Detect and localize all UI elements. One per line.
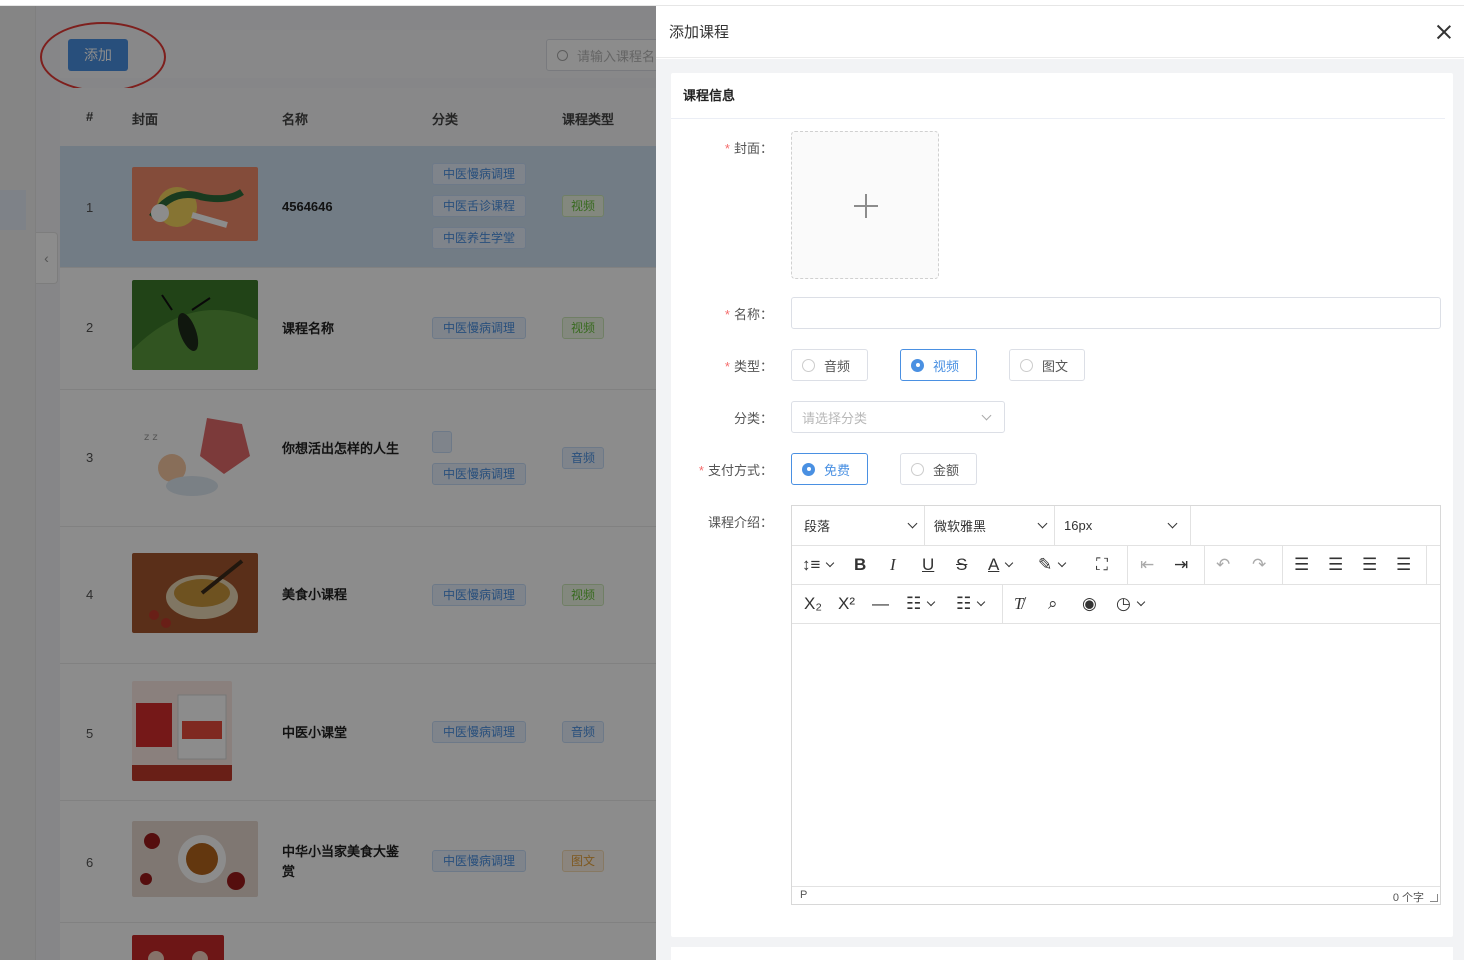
editor-toolbar-row-1: 段落 微软雅黑 16px [792, 506, 1440, 546]
course-info-card: 课程信息 * 封面： * 名称： * 类型： 音频 视频 图文 分类： 请选择分类 *… [671, 73, 1453, 937]
align-right-icon[interactable]: ☰ [1362, 553, 1377, 577]
underline-icon[interactable]: U [922, 553, 934, 577]
type-option-video[interactable]: 视频 [900, 349, 977, 381]
highlight-color-icon[interactable]: ✎ [1038, 553, 1067, 577]
search-icon[interactable]: ⌕ [1048, 592, 1058, 616]
word-count: 0 个字 [1392, 892, 1424, 904]
indent-icon[interactable]: ⇥ [1174, 553, 1188, 577]
editor-toolbar-row-2: ↕≡ B I U S A ✎ ⛶ ⇤ ⇥ ↶ ↷ ☰ ☰ ☰ ☰ [792, 546, 1440, 585]
resize-handle-icon[interactable] [1430, 894, 1438, 902]
justify-icon[interactable]: ☰ [1396, 553, 1411, 577]
payment-option-amount[interactable]: 金额 [900, 453, 977, 485]
name-label: * 名称： [724, 307, 773, 322]
font-size-select[interactable]: 16px [1064, 506, 1182, 545]
type-option-audio[interactable]: 音频 [791, 349, 868, 381]
italic-icon[interactable]: I [890, 553, 896, 577]
rich-text-editor: 段落 微软雅黑 16px ↕≡ B I U S A ✎ ⛶ ⇤ ⇥ ↶ ↷ ☰ … [791, 505, 1441, 905]
cover-upload[interactable] [791, 131, 939, 279]
modal-overlay[interactable] [0, 6, 656, 960]
redo-icon[interactable]: ↷ [1252, 553, 1266, 577]
numbered-list-icon[interactable]: ☷ [956, 592, 986, 616]
subscript-icon[interactable]: X₂ [804, 592, 822, 616]
outdent-icon[interactable]: ⇤ [1140, 553, 1154, 577]
close-icon[interactable] [1436, 24, 1452, 40]
preview-eye-icon[interactable]: ◉ [1082, 592, 1097, 616]
align-center-icon[interactable]: ☰ [1328, 553, 1343, 577]
strikethrough-icon[interactable]: S [956, 553, 967, 577]
line-height-icon[interactable]: ↕≡ [802, 553, 835, 577]
fullscreen-icon[interactable]: ⛶ [1096, 553, 1108, 577]
payment-option-free[interactable]: 免费 [791, 453, 868, 485]
add-course-drawer: 添加课程 课程信息 * 封面： * 名称： * 类型： 音频 视频 图文 分类： 请选… [656, 6, 1464, 960]
intro-label: 课程介绍： [707, 515, 773, 530]
category-label: 分类： [733, 411, 773, 426]
horizontal-rule-icon[interactable]: — [872, 592, 889, 616]
type-label: * 类型： [724, 359, 773, 374]
chevron-down-icon [981, 410, 992, 421]
top-bar [0, 0, 1464, 6]
paragraph-select[interactable]: 段落 [804, 506, 922, 545]
editor-status-bar: P 0 个字 [792, 886, 1440, 904]
bullet-list-icon[interactable]: ☷ [906, 592, 936, 616]
next-card [671, 947, 1453, 960]
name-input[interactable] [791, 297, 1441, 329]
cover-label: * 封面： [724, 141, 773, 156]
font-color-icon[interactable]: A [988, 553, 1014, 577]
section-title: 课程信息 [671, 73, 1445, 119]
type-option-text[interactable]: 图文 [1009, 349, 1085, 381]
editor-toolbar-row-3: X₂ X² — ☷ ☷ T̸ ⌕ ◉ ◷ [792, 585, 1440, 624]
payment-label: * 支付方式： [698, 463, 773, 478]
element-path: P [800, 889, 808, 901]
drawer-body: 课程信息 * 封面： * 名称： * 类型： 音频 视频 图文 分类： 请选择分类 *… [656, 59, 1464, 960]
superscript-icon[interactable]: X² [838, 592, 855, 616]
drawer-header: 添加课程 [656, 6, 1464, 58]
category-placeholder: 请选择分类 [802, 410, 868, 426]
clear-format-icon[interactable]: T̸ [1014, 592, 1023, 616]
category-select[interactable]: 请选择分类 [791, 401, 1005, 433]
align-left-icon[interactable]: ☰ [1294, 553, 1309, 577]
bold-icon[interactable]: B [854, 553, 866, 577]
undo-icon[interactable]: ↶ [1216, 553, 1230, 577]
drawer-title: 添加课程 [669, 24, 730, 41]
clock-icon[interactable]: ◷ [1116, 592, 1146, 616]
editor-content-area[interactable] [792, 624, 1440, 886]
font-family-select[interactable]: 微软雅黑 [934, 506, 1052, 545]
